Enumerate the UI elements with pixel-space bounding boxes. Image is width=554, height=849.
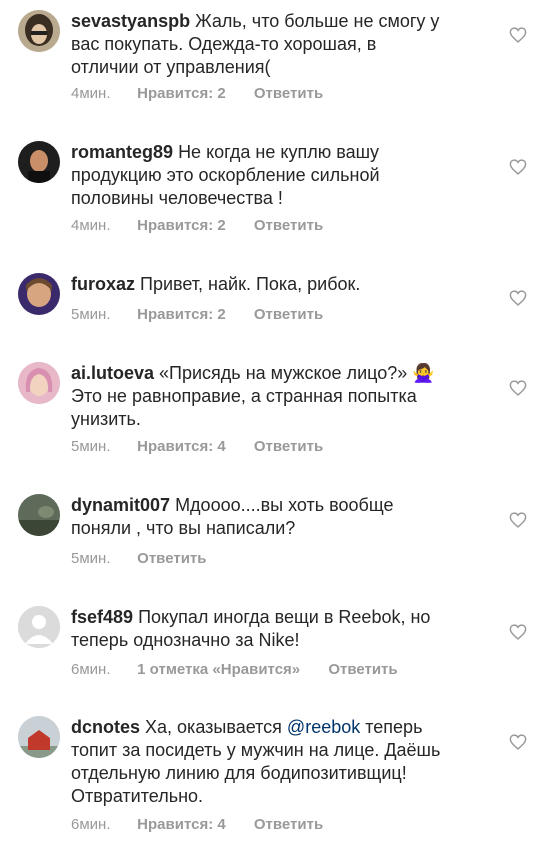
default-avatar-icon[interactable] xyxy=(18,606,60,648)
mention-link[interactable]: @reebok xyxy=(287,717,360,737)
reply-button[interactable]: Ответить xyxy=(137,550,206,567)
avatar[interactable] xyxy=(18,141,60,183)
likes-count[interactable]: Нравится: 2 xyxy=(137,85,226,102)
comment-text-line: теперь xyxy=(365,717,423,737)
reply-button[interactable]: Ответить xyxy=(254,306,323,323)
comment-text-line: Не когда не куплю вашу xyxy=(178,142,380,162)
comment-text-line: унизить. xyxy=(71,409,141,429)
comment-time: 5мин. xyxy=(71,306,111,323)
comment-text-line: Привет, найк. Пока, рибок. xyxy=(140,274,361,294)
comment-time: 6мин. xyxy=(71,816,111,833)
comment-time: 4мин. xyxy=(71,217,111,234)
comment-text-line: отличии от управления( xyxy=(71,57,271,77)
comment-username[interactable]: furoxaz xyxy=(71,274,135,294)
reply-button[interactable]: Ответить xyxy=(254,217,323,234)
comment-text-line: Жаль, что больше не смогу у xyxy=(195,11,440,31)
comment-text: sevastyanspb Жаль, что больше не смогу у… xyxy=(71,10,491,79)
comment-text-line: «Присядь на мужское лицо?» 🙅‍♀️ xyxy=(159,363,435,383)
comment-text: ai.lutoeva «Присядь на мужское лицо?» 🙅‍… xyxy=(71,362,491,431)
comment-meta: 5мин. Нравится: 4 Ответить xyxy=(71,438,323,455)
reply-button[interactable]: Ответить xyxy=(328,661,397,678)
comment-text-line: отдельную линию для бодипозитивщиц! xyxy=(71,763,407,783)
comment-text: dynamit007 Мдоооо....вы хоть вообще поня… xyxy=(71,494,491,540)
reply-button[interactable]: Ответить xyxy=(254,85,323,102)
heart-outline-icon[interactable] xyxy=(509,27,527,43)
likes-count[interactable]: Нравится: 4 xyxy=(137,438,226,455)
heart-outline-icon[interactable] xyxy=(509,512,527,528)
comment-time: 6мин. xyxy=(71,661,111,678)
avatar[interactable] xyxy=(18,10,60,52)
heart-outline-icon[interactable] xyxy=(509,624,527,640)
likes-count[interactable]: Нравится: 2 xyxy=(137,217,226,234)
reply-button[interactable]: Ответить xyxy=(254,816,323,833)
comment-meta: 4мин. Нравится: 2 Ответить xyxy=(71,217,323,234)
avatar[interactable] xyxy=(18,494,60,536)
likes-count[interactable]: 1 отметка «Нравится» xyxy=(137,661,300,678)
comment-text: dcnotes Ха, оказывается @reebok теперь т… xyxy=(71,716,491,808)
comment-meta: 6мин. Нравится: 4 Ответить xyxy=(71,816,323,833)
heart-outline-icon[interactable] xyxy=(509,380,527,396)
comment-text-line: поняли , что вы написали? xyxy=(71,518,296,538)
heart-outline-icon[interactable] xyxy=(509,159,527,175)
likes-count[interactable]: Нравится: 4 xyxy=(137,816,226,833)
comment-time: 5мин. xyxy=(71,438,111,455)
comment-username[interactable]: ai.lutoeva xyxy=(71,363,154,383)
avatar[interactable] xyxy=(18,362,60,404)
comment-meta: 4мин. Нравится: 2 Ответить xyxy=(71,85,323,102)
comment-time: 5мин. xyxy=(71,550,111,567)
comment-text-line: Покупал иногда вещи в Reebok, но xyxy=(138,607,431,627)
avatar[interactable] xyxy=(18,273,60,315)
comment-text-line: Мдоооо....вы хоть вообще xyxy=(175,495,394,515)
comment-username[interactable]: dcnotes xyxy=(71,717,140,737)
comment-username[interactable]: fsef489 xyxy=(71,607,133,627)
comment-text-line: продукцию это оскорбление сильной xyxy=(71,165,380,185)
heart-outline-icon[interactable] xyxy=(509,734,527,750)
avatar[interactable] xyxy=(18,716,60,758)
comment-text-line: топит за посидеть у мужчин на лице. Даёш… xyxy=(71,740,441,760)
reply-button[interactable]: Ответить xyxy=(254,438,323,455)
comment-text-line: Это не равноправие, а странная попытка xyxy=(71,386,417,406)
comment-text: romanteg89 Не когда не куплю вашу продук… xyxy=(71,141,491,210)
comment-text-line: половины человечества ! xyxy=(71,188,283,208)
comment-text: furoxaz Привет, найк. Пока, рибок. xyxy=(71,273,491,296)
comment-meta: 5мин. Нравится: 2 Ответить xyxy=(71,306,323,323)
comment-time: 4мин. xyxy=(71,85,111,102)
comment-text-line: вас покупать. Одежда-то хорошая, в xyxy=(71,34,377,54)
comment-text: fsef489 Покупал иногда вещи в Reebok, но… xyxy=(71,606,491,652)
comment-username[interactable]: sevastyanspb xyxy=(71,11,190,31)
heart-outline-icon[interactable] xyxy=(509,290,527,306)
comment-username[interactable]: dynamit007 xyxy=(71,495,170,515)
likes-count[interactable]: Нравится: 2 xyxy=(137,306,226,323)
comment-meta: 6мин. 1 отметка «Нравится» Ответить xyxy=(71,661,398,678)
comment-text-line: теперь однозначно за Nike! xyxy=(71,630,300,650)
comment-username[interactable]: romanteg89 xyxy=(71,142,173,162)
comment-meta: 5мин. Ответить xyxy=(71,550,207,567)
comment-text-line: Ха, оказывается xyxy=(145,717,282,737)
comment-text-line: Отвратительно. xyxy=(71,786,204,806)
